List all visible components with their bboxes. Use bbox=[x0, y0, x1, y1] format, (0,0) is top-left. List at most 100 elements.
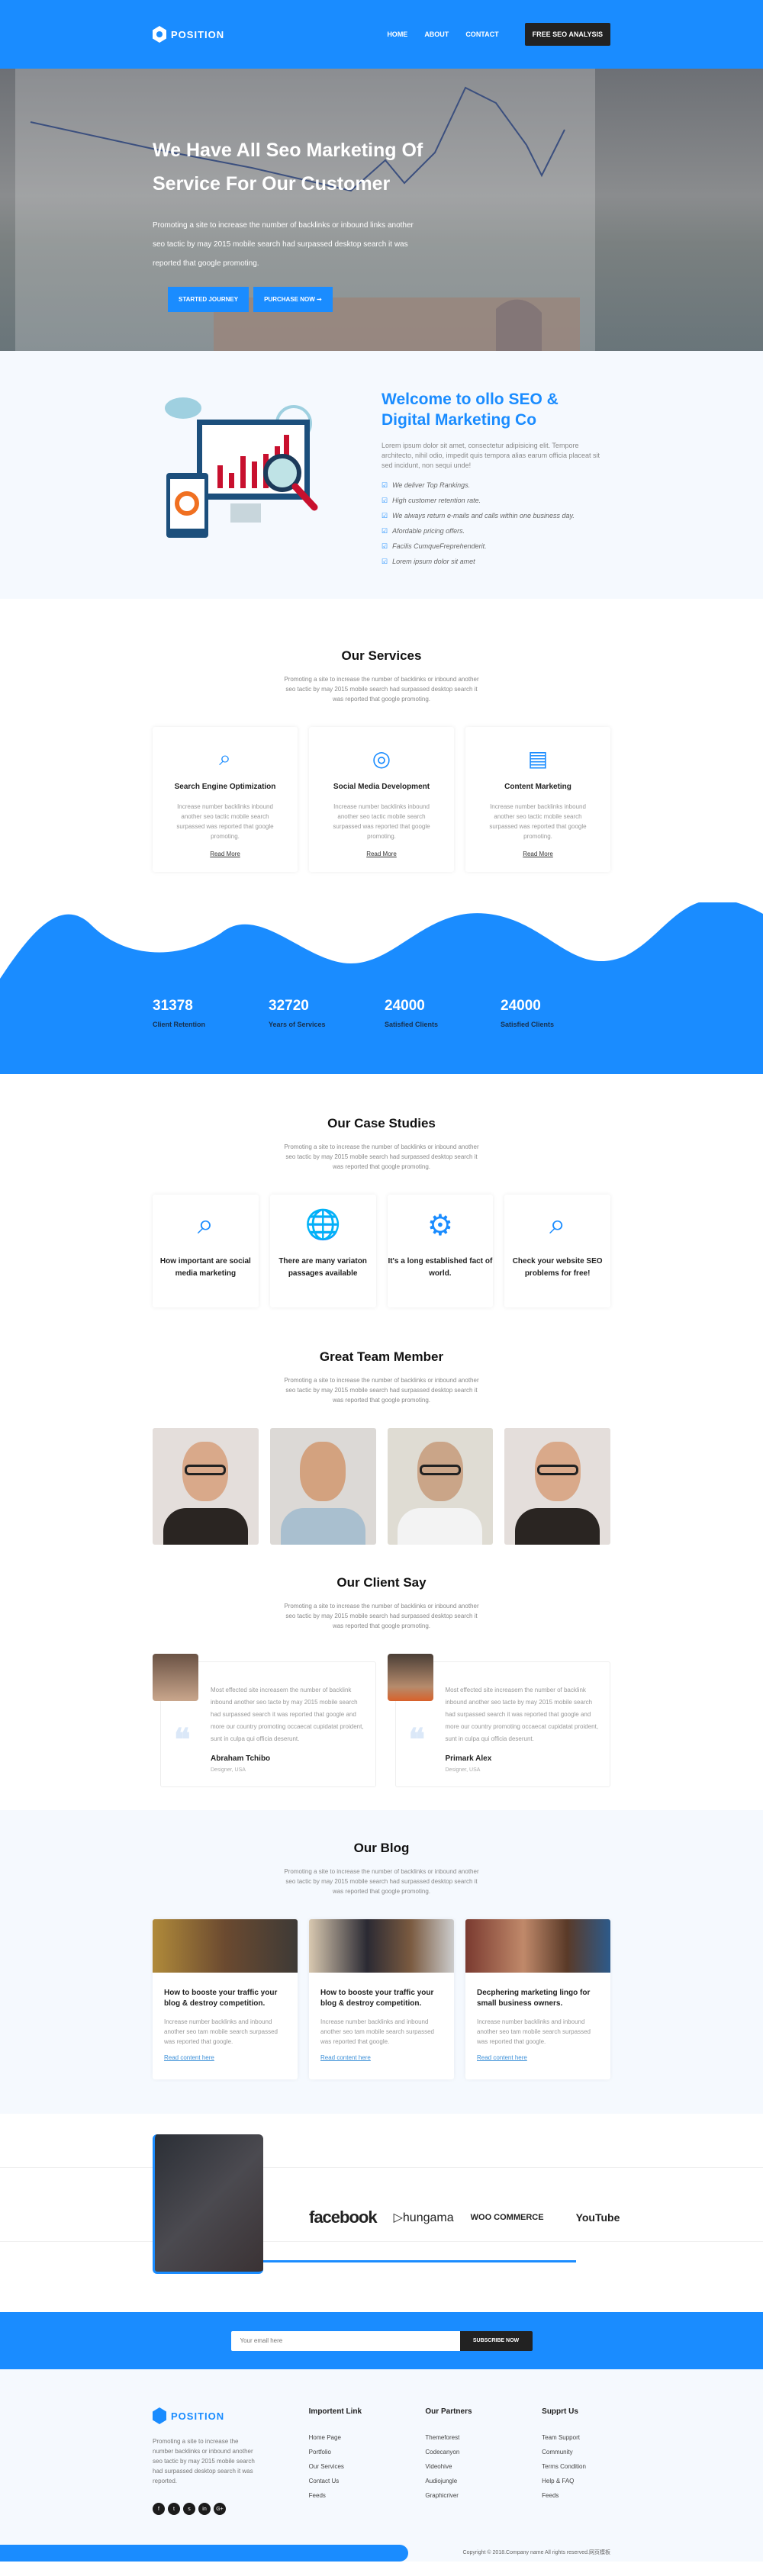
feature-text: Lorem ipsum dolor sit amet bbox=[392, 558, 475, 565]
footer-link[interactable]: Help & FAQ bbox=[542, 2478, 610, 2484]
footer-link[interactable]: Portfolio bbox=[309, 2449, 426, 2455]
hexagon-logo-icon bbox=[153, 2407, 166, 2424]
copyright: Copyright © 2018.Company name All rights… bbox=[462, 2550, 610, 2555]
wave-shape bbox=[0, 902, 763, 1074]
footer-link[interactable]: Graphicriver bbox=[425, 2492, 542, 2499]
footer-link[interactable]: Home Page bbox=[309, 2434, 426, 2441]
footer-link[interactable]: Feeds bbox=[542, 2492, 610, 2499]
blog-image bbox=[153, 1919, 298, 1973]
service-card: ▤ Content Marketing Increase number backli… bbox=[465, 727, 610, 872]
read-content-link[interactable]: Read content here bbox=[164, 2054, 286, 2061]
free-seo-analysis-button[interactable]: FREE SEO ANALYSIS bbox=[524, 23, 610, 46]
service-title: Social Media Development bbox=[333, 783, 430, 791]
email-input[interactable] bbox=[230, 2330, 460, 2351]
footer-link[interactable]: Audiojungle bbox=[425, 2478, 542, 2484]
read-more-link[interactable]: Read More bbox=[168, 851, 282, 857]
blog-image bbox=[465, 1919, 610, 1973]
checkbox-icon: ☑ bbox=[382, 497, 388, 504]
stat-label: Satisfied Clients bbox=[501, 1021, 555, 1028]
testimonials-section: Our Client Say Promoting a site to incre… bbox=[0, 1568, 763, 1810]
feature-item: ☑ We deliver Top Rankings. bbox=[382, 481, 610, 490]
footer-link[interactable]: Community bbox=[542, 2449, 610, 2455]
feature-text: Afordable pricing offers. bbox=[392, 527, 465, 535]
case-card[interactable]: ⌕ How important are social media marketin… bbox=[153, 1195, 259, 1307]
service-text: Increase number backlinks inbound anothe… bbox=[176, 803, 274, 840]
accent-line bbox=[263, 2260, 576, 2262]
blog-post-title[interactable]: How to booste your traffic your blog & d… bbox=[320, 1988, 443, 2009]
blog-section: Our Blog Promoting a site to increase th… bbox=[0, 1810, 763, 2114]
testimonials-title: Our Client Say bbox=[336, 1575, 427, 1590]
partners-section: facebook ▷hungama WOO COMMERCE YouTube bbox=[0, 2114, 763, 2312]
footer-link[interactable]: Our Services bbox=[309, 2463, 426, 2470]
case-card[interactable]: ⚙ It's a long established fact of world. bbox=[388, 1195, 494, 1307]
facebook-icon[interactable]: f bbox=[153, 2503, 165, 2515]
logo[interactable]: POSITION bbox=[153, 26, 224, 43]
read-more-link[interactable]: Read More bbox=[324, 851, 439, 857]
service-card: ◎ Social Media Development Increase number… bbox=[309, 727, 454, 872]
feature-item: ☑ Facilis CumqueFreprehenderit. bbox=[382, 542, 610, 551]
clipboard-icon: ▤ bbox=[527, 747, 549, 770]
footer-link[interactable]: Feeds bbox=[309, 2492, 426, 2499]
google-plus-icon[interactable]: G+ bbox=[214, 2503, 226, 2515]
subscribe-bar: SUBSCRIBE NOW bbox=[0, 2312, 763, 2369]
feature-text: We deliver Top Rankings. bbox=[392, 481, 471, 489]
footer-link[interactable]: Team Support bbox=[542, 2434, 610, 2441]
hungama-logo-text: hungama bbox=[402, 2211, 454, 2224]
footer-col-support: Supprt Us Team Support Community Terms Con… bbox=[542, 2407, 610, 2515]
case-studies-subtitle: Promoting a site to increase the number … bbox=[284, 1143, 479, 1170]
footer-logo[interactable]: POSITION bbox=[153, 2407, 309, 2424]
purchase-now-button[interactable]: PURCHASE NOW ➞ bbox=[253, 287, 333, 312]
nav-contact[interactable]: CONTACT bbox=[465, 31, 498, 38]
linkedin-icon[interactable]: in bbox=[198, 2503, 211, 2515]
play-icon: ▷ bbox=[393, 2211, 403, 2224]
blog-post-title[interactable]: How to booste your traffic your blog & d… bbox=[164, 1988, 286, 2009]
twitter-icon[interactable]: t bbox=[168, 2503, 180, 2515]
checkbox-icon: ☑ bbox=[382, 481, 388, 489]
blog-post-excerpt: Increase number backlinks and inbound an… bbox=[164, 2018, 278, 2045]
started-journey-button[interactable]: STARTED JOURNEY bbox=[168, 287, 250, 312]
quote-icon: ❝ bbox=[408, 1723, 426, 1757]
checkbox-icon: ☑ bbox=[382, 542, 388, 550]
case-card[interactable]: ⌕ Check your website SEO problems for fre… bbox=[504, 1195, 610, 1307]
footer-link[interactable]: Codecanyon bbox=[425, 2449, 542, 2455]
team-member-photo bbox=[269, 1428, 376, 1545]
skype-icon[interactable]: s bbox=[183, 2503, 195, 2515]
case-title: It's a long established fact of world. bbox=[388, 1257, 493, 1278]
hero-text: Promoting a site to increase the number … bbox=[153, 221, 414, 268]
footer-col-important-links: Importent Link Home Page Portfolio Our Ser… bbox=[309, 2407, 426, 2515]
read-content-link[interactable]: Read content here bbox=[320, 2054, 443, 2061]
service-text: Increase number backlinks inbound anothe… bbox=[489, 803, 587, 840]
footer-link[interactable]: Themeforest bbox=[425, 2434, 542, 2441]
team-subtitle: Promoting a site to increase the number … bbox=[284, 1377, 479, 1404]
stat-item: 24000 Satisfied Clients bbox=[385, 998, 501, 1028]
footer-col-partners: Our Partners Themeforest Codecanyon Videoh… bbox=[425, 2407, 542, 2515]
service-card: ⌕ Search Engine Optimization Increase numb… bbox=[153, 727, 298, 872]
read-content-link[interactable]: Read content here bbox=[477, 2054, 599, 2061]
case-card[interactable]: 🌐 There are many variaton passages availa… bbox=[270, 1195, 376, 1307]
stat-value: 32720 bbox=[269, 998, 309, 1014]
testimonial-text: Most effected site increasem the number … bbox=[211, 1687, 364, 1742]
nav-about[interactable]: ABOUT bbox=[424, 31, 449, 38]
stat-value: 24000 bbox=[501, 998, 541, 1014]
footer-link[interactable]: Videohive bbox=[425, 2463, 542, 2470]
nav-home[interactable]: HOME bbox=[387, 31, 407, 38]
case-title: How important are social media marketing bbox=[159, 1257, 251, 1278]
blog-title: Our Blog bbox=[353, 1841, 410, 1855]
footer-link[interactable]: Contact Us bbox=[309, 2478, 426, 2484]
seo-icon: ⌕ bbox=[219, 746, 231, 770]
magnifier-chart-icon: ⌕ bbox=[197, 1208, 214, 1240]
hungama-logo: ▷hungama bbox=[394, 2210, 454, 2225]
facebook-logo: facebook bbox=[309, 2208, 378, 2227]
site-header: POSITION HOME ABOUT CONTACT FREE SEO ANA… bbox=[0, 0, 763, 69]
subscribe-button[interactable]: SUBSCRIBE NOW bbox=[459, 2330, 533, 2351]
service-title: Content Marketing bbox=[504, 783, 571, 791]
blog-image bbox=[309, 1919, 454, 1973]
seo-illustration bbox=[153, 389, 382, 564]
blog-subtitle: Promoting a site to increase the number … bbox=[284, 1868, 479, 1895]
client-name: Primark Alex bbox=[445, 1754, 492, 1763]
feature-item: ☑ Afordable pricing offers. bbox=[382, 527, 610, 535]
read-more-link[interactable]: Read More bbox=[481, 851, 595, 857]
case-studies-title: Our Case Studies bbox=[327, 1116, 436, 1130]
blog-post-title[interactable]: Decphering marketing lingo for small bus… bbox=[477, 1988, 599, 2009]
footer-link[interactable]: Terms Condition bbox=[542, 2463, 610, 2470]
